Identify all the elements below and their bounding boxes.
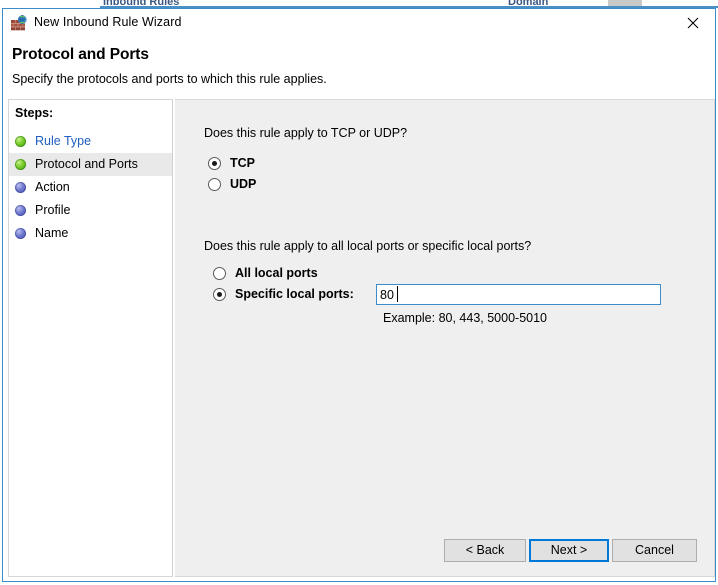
green-bullet-icon [15,136,26,147]
blue-bullet-icon [15,205,26,216]
window-title: New Inbound Rule Wizard [34,15,182,29]
steps-label: Steps: [15,106,54,120]
radio-indicator-icon [208,157,221,170]
sidebar-item-rule-type[interactable]: Rule Type [9,130,172,153]
blue-bullet-icon [15,182,26,193]
sidebar-item-protocol-and-ports[interactable]: Protocol and Ports [9,153,172,176]
specific-ports-input[interactable] [376,284,661,305]
radio-all-local-ports[interactable]: All local ports [213,267,318,280]
radio-udp[interactable]: UDP [208,178,256,191]
radio-tcp[interactable]: TCP [208,157,255,170]
new-inbound-rule-wizard-window: New Inbound Rule Wizard Protocol and Por… [2,8,716,582]
ports-example-hint: Example: 80, 443, 5000-5010 [383,311,548,325]
sidebar-item-label: Protocol and Ports [35,157,138,172]
sidebar-item-label: Name [35,226,69,241]
page-title: Protocol and Ports [12,46,149,63]
radio-indicator-icon [213,267,226,280]
sidebar-item-label: Action [35,180,70,195]
next-button[interactable]: Next > [529,539,609,562]
cancel-button[interactable]: Cancel [612,539,697,562]
sidebar-item-label: Rule Type [35,134,92,149]
content-panel: Does this rule apply to TCP or UDP? TCP … [175,99,715,577]
title-bar: New Inbound Rule Wizard [3,9,715,38]
text-caret [397,286,398,302]
page-header: Protocol and Ports Specify the protocols… [4,38,715,92]
back-button[interactable]: < Back [444,539,526,562]
radio-specific-local-ports-label: Specific local ports: [235,287,354,302]
green-bullet-icon [15,159,26,170]
steps-list: Rule Type Protocol and Ports Action Prof… [9,130,172,245]
radio-specific-local-ports[interactable]: Specific local ports: [213,288,354,301]
radio-indicator-icon [213,288,226,301]
blue-bullet-icon [15,228,26,239]
close-icon[interactable] [670,9,715,37]
sidebar-item-label: Profile [35,203,71,218]
steps-sidebar: Steps: Rule Type Protocol and Ports Acti… [8,99,173,577]
sidebar-item-name[interactable]: Name [9,222,172,245]
radio-all-local-ports-label: All local ports [235,266,318,281]
radio-tcp-label: TCP [230,156,255,171]
firewall-globe-icon [11,14,28,32]
page-subtitle: Specify the protocols and ports to which… [12,72,327,86]
sidebar-item-action[interactable]: Action [9,176,172,199]
protocol-question: Does this rule apply to TCP or UDP? [204,126,408,140]
sidebar-item-profile[interactable]: Profile [9,199,172,222]
ports-question: Does this rule apply to all local ports … [204,239,532,253]
radio-indicator-icon [208,178,221,191]
radio-udp-label: UDP [230,177,257,192]
